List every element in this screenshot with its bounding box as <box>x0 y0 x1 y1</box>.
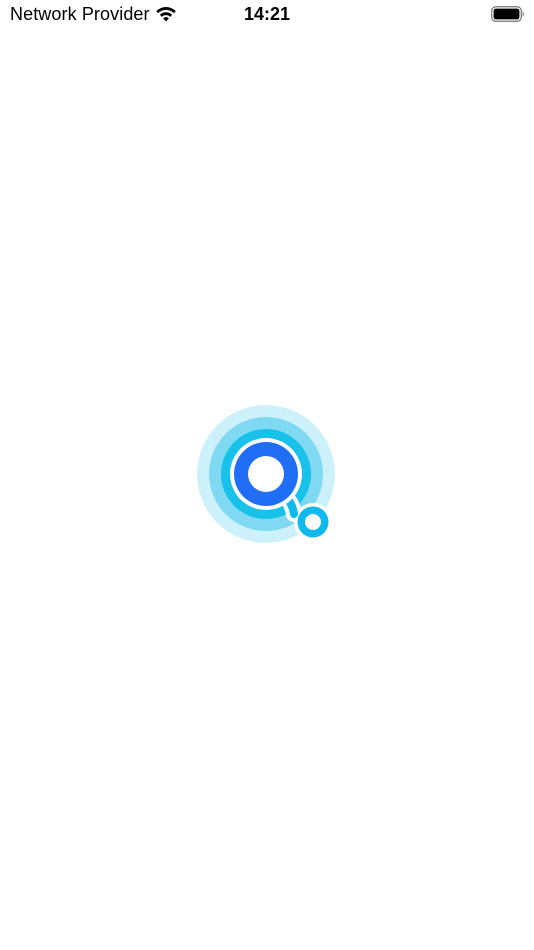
battery-icon <box>491 6 524 22</box>
logo-center-hole <box>248 456 284 492</box>
status-bar: Network Provider 14:21 <box>0 0 534 30</box>
splash-screen: Network Provider 14:21 <box>0 0 534 950</box>
app-logo-icon <box>197 405 335 543</box>
status-time: 14:21 <box>243 4 291 24</box>
